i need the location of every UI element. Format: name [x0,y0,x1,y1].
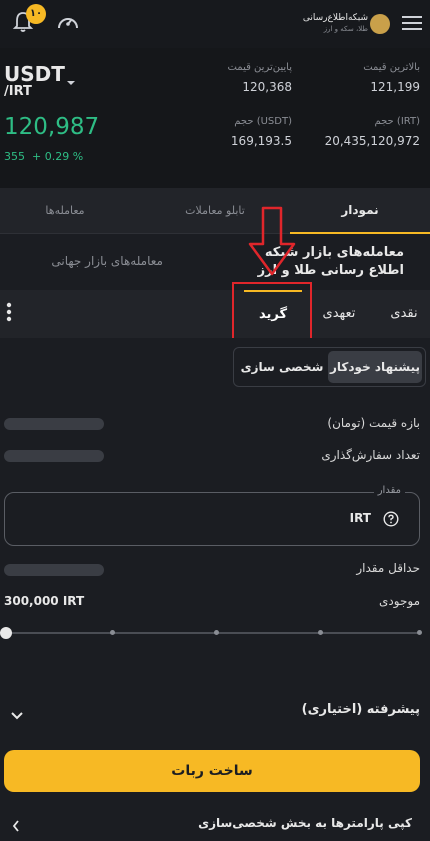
advanced-section-toggle[interactable]: پیشرفته (اختیاری) [0,686,430,736]
slider-tick-25[interactable] [110,630,115,635]
change-pct: + 0.29 % [32,150,84,163]
notification-badge: ۱۰ [26,4,46,24]
order-count-placeholder [4,450,104,462]
more-vertical-icon [2,302,16,330]
high-value: 121,199 [370,80,420,94]
amount-field-label: مقدار [373,485,405,496]
chevron-left-icon [12,817,20,836]
primary-tabs: نمودار تابلو معاملات معامله‌ها [0,188,430,234]
volume-usdt-value: 169,193.5 [230,134,292,148]
min-amount-placeholder [4,564,104,576]
tab-margin-label: تعهدی [322,306,356,321]
low-value: 120,368 [242,80,292,94]
secondary-tabs: معامله‌های بازار شبکه اطلاع رسانی طلا و … [0,234,430,290]
help-icon[interactable] [383,511,399,531]
annotation-arrow-icon [248,206,296,282]
logo-title: شبکه‌اطلاع‌رسانی [302,13,368,23]
tab-spot-label: نقدی [390,306,418,321]
volume-irt-label: حجم (IRT) [374,116,420,127]
slider-thumb[interactable] [0,627,12,639]
pair-quote: /IRT [4,84,32,99]
tab-chart[interactable]: نمودار [290,188,430,234]
tab-global-market[interactable]: معامله‌های بازار جهانی [0,234,215,290]
tab-chart-label: نمودار [341,203,379,217]
trade-type-tabs: نقدی تعهدی گرید [0,290,430,338]
pair-symbol[interactable]: USDT [4,62,65,86]
price-range-label: بازه قیمت (تومان) [327,416,420,430]
hamburger-icon [402,15,422,31]
slider-track [4,632,420,634]
slider-tick-100[interactable] [417,630,422,635]
high-label: بالاترین قیمت [363,62,420,73]
logo-mark-icon [370,14,390,34]
low-label: پایین‌ترین قیمت [227,62,292,73]
slider-tick-50[interactable] [214,630,219,635]
mode-auto-suggest[interactable]: پیشنهاد خودکار [328,351,422,383]
copy-params-label: کپی پارامترها به بخش شخصی‌سازی [198,816,412,830]
annotation-highlight-box [232,282,312,344]
slider-tick-75[interactable] [318,630,323,635]
balance-label: موجودی [379,594,420,608]
order-count-label: تعداد سفارش‌گذاری [321,448,420,462]
pair-dropdown-icon[interactable] [66,72,76,91]
tab-global-market-label: معامله‌های بازار جهانی [51,254,163,268]
more-options-button[interactable] [2,300,16,326]
amount-field[interactable]: مقدار IRT [4,485,420,546]
brand-logo: شبکه‌اطلاع‌رسانی طلا، سکه و ارز [303,12,392,36]
top-bar: ۱۰ شبکه‌اطلاع‌رسانی طلا، سکه و ارز [0,0,430,48]
bell-button[interactable]: ۱۰ [12,4,46,34]
amount-slider[interactable] [0,624,422,642]
tab-trades-label: معامله‌ها [45,204,85,217]
volume-usdt-label: حجم (USDT) [234,116,292,127]
grid-panel: پیشنهاد خودکار شخصی سازی بازه قیمت (توما… [0,338,430,841]
volume-irt-value: 20,435,120,972 [324,134,420,148]
min-amount-label: حداقل مقدار [356,561,420,575]
balance-value: 300,000 IRT [4,594,85,608]
logo-subtitle: طلا، سکه و ارز [323,25,368,33]
create-bot-button[interactable]: ساخت ربات [4,750,420,792]
last-price: 120,987 [4,114,100,140]
chevron-down-icon [10,706,24,725]
menu-button[interactable] [402,15,422,31]
advanced-label: پیشرفته (اختیاری) [301,702,420,717]
price-range-placeholder [4,418,104,430]
market-header: USDT /IRT 120,987 355 + 0.29 % بالاترین … [0,48,430,188]
gauge-icon [56,11,80,33]
tab-spot[interactable]: نقدی [384,290,424,338]
amount-currency: IRT [349,511,371,525]
tab-margin[interactable]: تعهدی [314,290,364,338]
mode-custom[interactable]: شخصی سازی [237,351,327,383]
mode-toggle: پیشنهاد خودکار شخصی سازی [233,347,426,387]
gauge-button[interactable] [56,11,80,33]
copy-params-link[interactable]: کپی پارامترها به بخش شخصی‌سازی [0,806,430,840]
change-abs: 355 [4,150,25,163]
tab-trades[interactable]: معامله‌ها [0,188,130,234]
